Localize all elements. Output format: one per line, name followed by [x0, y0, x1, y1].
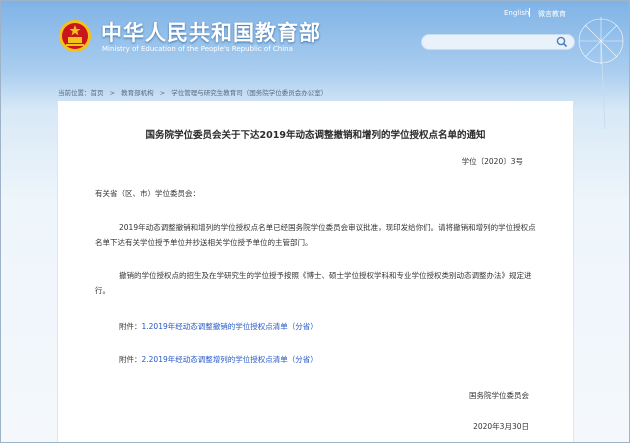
english-link[interactable]: English: [504, 9, 529, 17]
document-number: 学位〔2020〕3号: [461, 157, 523, 166]
page-frame: 中华人民共和国教育部 Ministry of Education of the …: [0, 0, 630, 443]
attachment-2-prefix: 附件：: [119, 355, 142, 364]
lang-divider: [529, 8, 530, 17]
attachment-1: 附件：1.2019年经动态调整撤销的学位授权点清单（分省）: [119, 319, 318, 334]
site-header: 中华人民共和国教育部 Ministry of Education of the …: [1, 1, 629, 130]
salutation: 有关省（区、市）学位委员会：: [95, 189, 200, 198]
publish-date: 2020年3月30日: [473, 422, 529, 431]
paragraph-1: 2019年动态调整撤销和增列的学位授权点名单已经国务院学位委员会审议批准，现印发…: [95, 223, 536, 247]
breadcrumb-separator: >: [109, 89, 116, 97]
paragraph-2: 撤销的学位授权点的招生及在学研究生的学位授予按照《博士、硕士学位授权学科和专业学…: [95, 271, 532, 295]
breadcrumb-moe-agencies[interactable]: 教育部机构: [121, 89, 154, 97]
signature: 国务院学位委员会: [469, 391, 529, 400]
article-title: 国务院学位委员会关于下达2019年动态调整撤销和增列的学位授权点名单的通知: [145, 130, 486, 141]
attachment-1-prefix: 附件：: [119, 322, 142, 331]
attachment-2-link[interactable]: 2.2019年经动态调整增列的学位授权点清单（分省）: [142, 355, 318, 364]
breadcrumb-home[interactable]: 当前位置：首页: [58, 89, 104, 97]
search-input[interactable]: [421, 34, 575, 50]
national-emblem-icon[interactable]: [58, 19, 92, 53]
breadcrumb-separator: >: [159, 89, 166, 97]
breadcrumb: 当前位置：首页 > 教育部机构 > 学位管理与研究生教育司（国务院学位委员会办公…: [58, 87, 331, 97]
site-subtitle: Ministry of Education of the People's Re…: [102, 45, 293, 53]
site-title[interactable]: 中华人民共和国教育部: [101, 17, 321, 47]
attachment-1-link[interactable]: 1.2019年经动态调整撤销的学位授权点清单（分省）: [142, 322, 318, 331]
article-panel: 国务院学位委员会关于下达2019年动态调整撤销和增列的学位授权点名单的通知 学位…: [57, 101, 574, 442]
breadcrumb-degree-office[interactable]: 学位管理与研究生教育司（国务院学位委员会办公室）: [171, 89, 327, 97]
attachment-2: 附件：2.2019年经动态调整增列的学位授权点清单（分省）: [119, 352, 318, 367]
